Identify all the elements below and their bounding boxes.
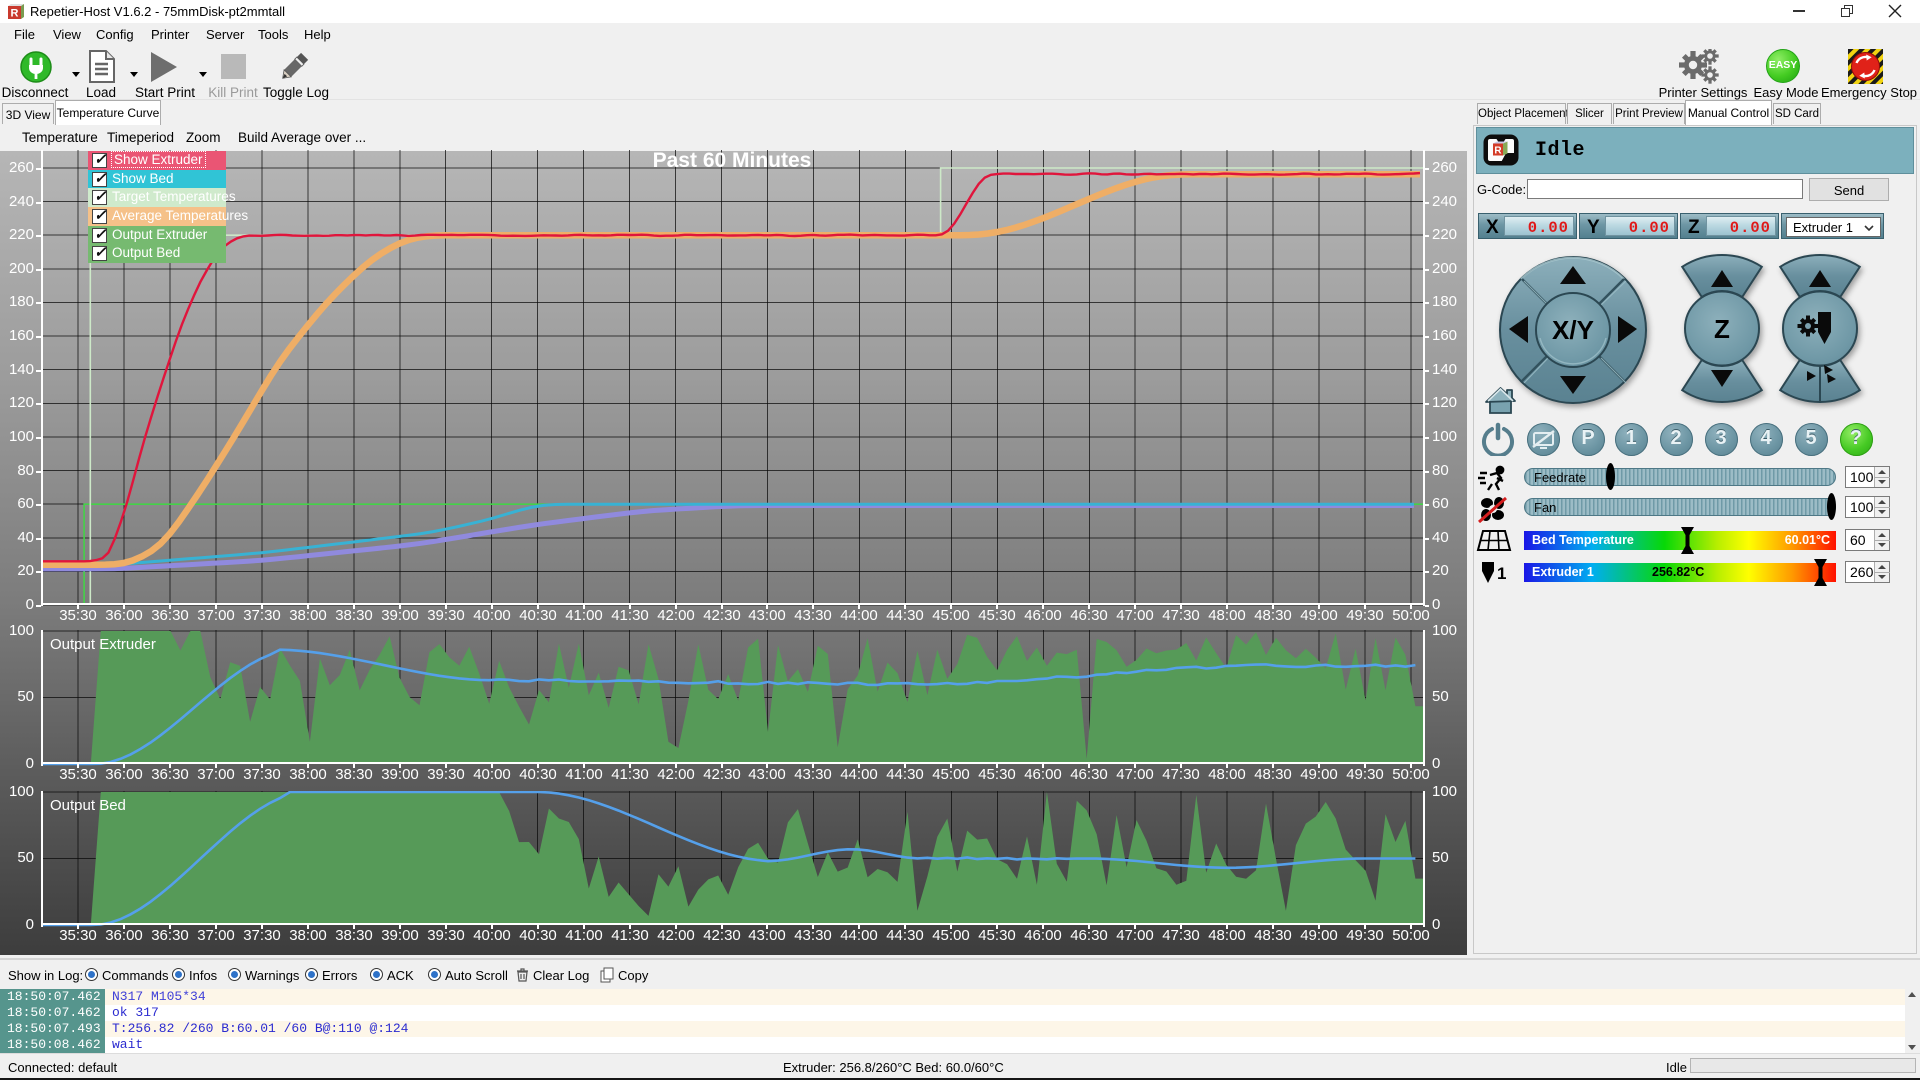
- svg-text:X/Y: X/Y: [1552, 315, 1594, 345]
- svg-text:R: R: [11, 8, 19, 20]
- svg-text:Z: Z: [1714, 314, 1730, 344]
- svg-text:R: R: [1494, 146, 1502, 157]
- svg-text:1: 1: [1497, 564, 1506, 583]
